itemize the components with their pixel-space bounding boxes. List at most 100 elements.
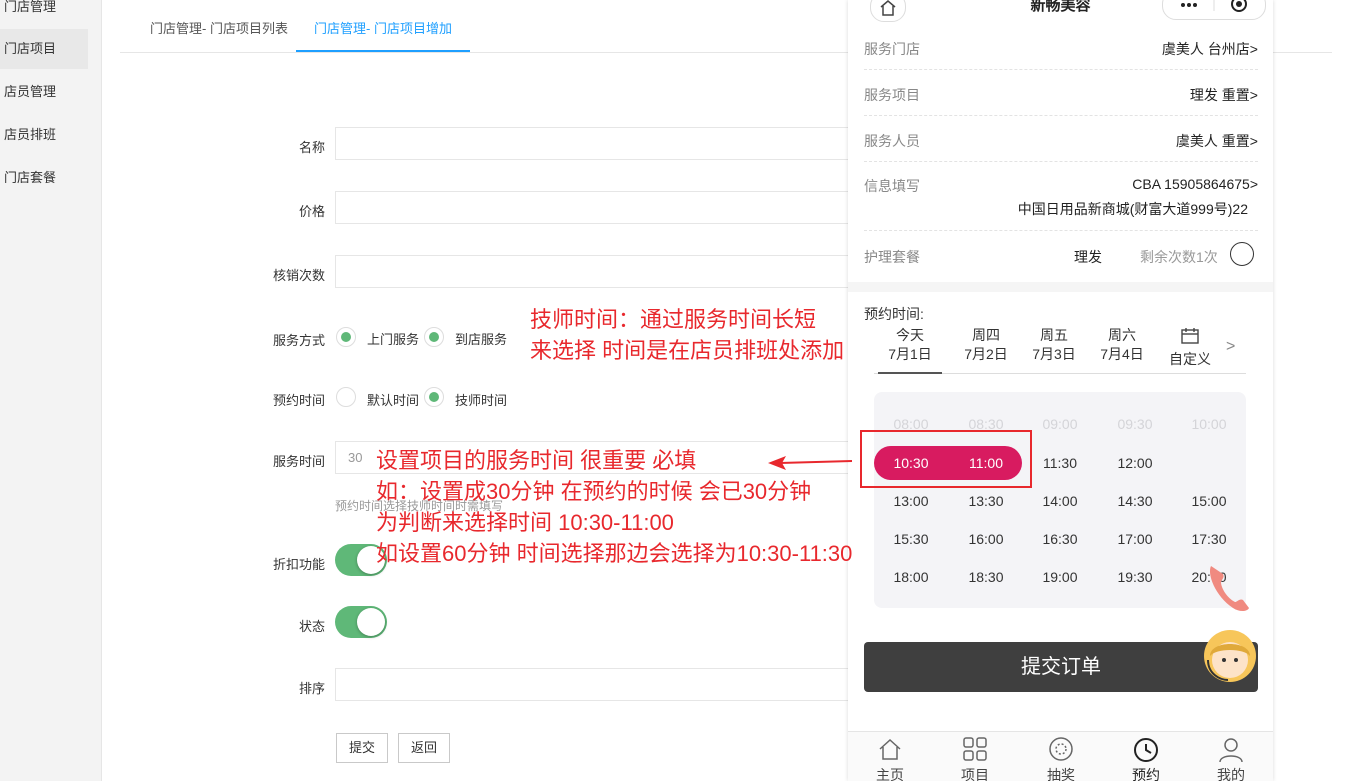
row-staff[interactable]: 服务人员 虞美人 重置>: [864, 115, 1258, 162]
back-button[interactable]: 返回: [398, 733, 450, 763]
radio-store-service-label: 到店服务: [455, 332, 508, 347]
time-slot[interactable]: 17:30: [1172, 531, 1246, 547]
sidebar-item-staff-manage[interactable]: 店员管理: [0, 72, 88, 112]
tabbar-label: 预约: [1132, 767, 1160, 781]
sidebar-item-store-package[interactable]: 门店套餐: [0, 158, 88, 198]
time-slot[interactable]: 16:30: [1023, 531, 1097, 547]
day-name: 周四: [972, 327, 1000, 343]
row-store[interactable]: 服务门店 虞美人 台州店>: [864, 32, 1258, 70]
sidebar-item-store-project[interactable]: 门店项目: [0, 29, 88, 69]
clock-icon: [1134, 738, 1158, 762]
day-tab-sat[interactable]: 周六 7月4日: [1090, 326, 1154, 364]
tabbar-label: 我的: [1217, 767, 1245, 781]
capsule-icons: [1181, 0, 1247, 12]
time-slot[interactable]: 15:00: [1172, 493, 1246, 509]
time-slot: 09:00: [1042, 416, 1078, 432]
day-tab-fri[interactable]: 周五 7月3日: [1022, 326, 1086, 364]
radio-store-service[interactable]: [424, 327, 444, 347]
discount-label: 折扣功能: [272, 557, 325, 572]
row-staff-value: 虞美人 重置>: [1175, 133, 1258, 149]
phone-preview: 新畅美容 服务门店 虞美人 台州店> 服务项目 理发 重置> 服务人员 虞美人 …: [848, 0, 1273, 781]
annotation-service-time-3: 为判断来选择时间 10:30-11:00: [376, 510, 674, 535]
service-mode-label: 服务方式: [272, 333, 325, 348]
day-tabs: 今天 7月1日 周四 7月2日 周五 7月3日 周六 7月4日 自定义 >: [874, 326, 1246, 374]
annotation-arrow-icon: [768, 456, 853, 470]
sort-label: 排序: [298, 681, 325, 696]
verify-count-label: 核销次数: [272, 268, 325, 283]
radio-tech-time[interactable]: [424, 387, 444, 407]
calendar-icon: [1181, 328, 1199, 344]
day-tab-custom[interactable]: 自定义: [1158, 326, 1222, 369]
time-slot[interactable]: 17:00: [1098, 531, 1172, 547]
day-tab-today[interactable]: 今天 7月1日: [878, 326, 942, 374]
day-tab-thu[interactable]: 周四 7月2日: [954, 326, 1018, 364]
row-info-address: 中国日用品新商城(财富大道999号)22: [1017, 201, 1248, 217]
user-icon: [1219, 738, 1243, 763]
switch-knob: [357, 608, 385, 636]
bottom-tabbar: 主页 项目 抽奖 预约 我的: [848, 731, 1273, 781]
next-days-arrow[interactable]: >: [1226, 338, 1235, 356]
day-name: 今天: [896, 327, 924, 343]
annotation-tech-time-2: 来选择 时间是在店员排班处添加: [530, 338, 845, 363]
row-project-key: 服务项目: [864, 87, 920, 103]
row-project[interactable]: 服务项目 理发 重置>: [864, 69, 1258, 116]
row-info[interactable]: 信息填写 CBA 15905864675> 中国日用品新商城(财富大道999号)…: [864, 161, 1258, 231]
sort-input[interactable]: [335, 668, 855, 701]
row-store-key: 服务门店: [864, 41, 920, 57]
tab-project-list[interactable]: 门店管理- 门店项目列表: [150, 18, 288, 51]
time-slot[interactable]: 18:00: [874, 569, 948, 585]
time-slot[interactable]: 18:30: [949, 569, 1023, 585]
name-input[interactable]: [335, 127, 855, 160]
sidebar-item-staff-schedule[interactable]: 店员排班: [0, 115, 88, 155]
time-slot[interactable]: 14:00: [1023, 493, 1097, 509]
booking-time-title: 预约时间:: [864, 306, 924, 322]
tab-project-add[interactable]: 门店管理- 门店项目增加: [296, 18, 470, 52]
package-name: 理发: [1074, 249, 1102, 265]
time-slot[interactable]: 15:30: [874, 531, 948, 547]
selection-highlight-box: [860, 430, 1032, 488]
service-time-label: 服务时间: [272, 454, 325, 469]
radio-default-time[interactable]: [336, 387, 356, 407]
time-slot[interactable]: 16:00: [949, 531, 1023, 547]
row-info-contact: CBA 15905864675>: [1132, 176, 1258, 192]
submit-button[interactable]: 提交: [336, 733, 388, 763]
row-package-key: 护理套餐: [864, 249, 920, 265]
time-slot[interactable]: 12:00: [1098, 455, 1172, 471]
lottery-icon: [1049, 737, 1073, 761]
price-input[interactable]: [335, 191, 855, 224]
tabbar-label: 主页: [876, 767, 904, 781]
row-package: 护理套餐 理发 剩余次数1次: [864, 230, 1258, 280]
day-name: 周六: [1108, 327, 1136, 343]
time-slot[interactable]: 19:30: [1098, 569, 1172, 585]
time-slot[interactable]: 14:30: [1098, 493, 1172, 509]
day-date: 7月2日: [964, 346, 1008, 362]
grid-icon: [963, 737, 987, 761]
phone-call-icon[interactable]: [1203, 560, 1253, 618]
sidebar: 门店管理 门店项目 店员管理 店员排班 门店套餐: [0, 0, 88, 781]
package-check-circle[interactable]: [1230, 242, 1254, 266]
row-info-key: 信息填写: [864, 178, 920, 194]
annotation-service-time-1: 设置项目的服务时间 很重要 必填: [376, 448, 697, 473]
time-slot[interactable]: 13:00: [874, 493, 948, 509]
status-switch[interactable]: [335, 606, 387, 638]
submit-order-button[interactable]: 提交订单: [864, 642, 1258, 692]
radio-home-service[interactable]: [336, 327, 356, 347]
sidebar-item-store-manage[interactable]: 门店管理: [0, 0, 88, 27]
menu-capsule[interactable]: [1162, 0, 1266, 20]
name-label: 名称: [298, 140, 325, 155]
time-slot[interactable]: 19:00: [1023, 569, 1097, 585]
customer-service-icon[interactable]: [1200, 626, 1260, 688]
home-icon: [879, 738, 901, 760]
time-slot[interactable]: 11:30: [1023, 455, 1097, 471]
row-project-value: 理发 重置>: [1189, 87, 1258, 103]
price-label: 价格: [298, 204, 325, 219]
day-date: 7月1日: [888, 346, 932, 362]
tabbar-label: 抽奖: [1047, 767, 1075, 781]
section-separator: [848, 282, 1273, 292]
tabbar-label: 项目: [961, 767, 989, 781]
row-store-value: 虞美人 台州店>: [1161, 41, 1258, 57]
time-slot[interactable]: 13:30: [949, 493, 1023, 509]
day-date: 自定义: [1169, 351, 1211, 367]
verify-count-input[interactable]: [335, 255, 855, 288]
time-slot: 09:30: [1117, 416, 1153, 432]
